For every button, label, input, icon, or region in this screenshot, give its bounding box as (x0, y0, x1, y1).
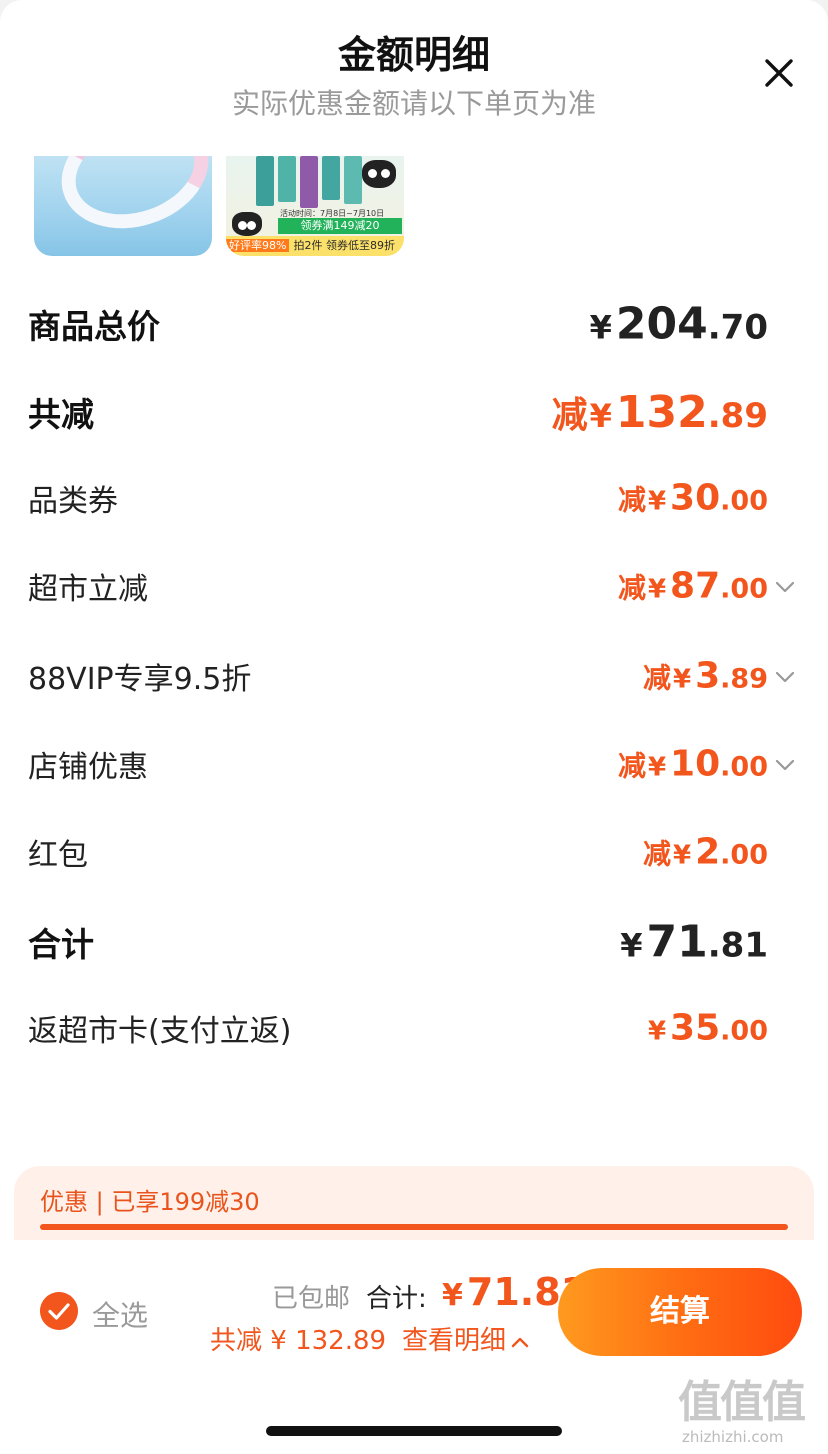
row-total-discount: 共减 减¥132.89 (28, 382, 768, 442)
yen-symbol: ¥ (647, 574, 667, 605)
amount-decimal: .00 (720, 485, 768, 517)
shipping-status: 已包邮 (272, 1284, 351, 1314)
watermark-site: zhizhizhi.com (682, 1428, 784, 1446)
amount-prefix: 减 (642, 837, 671, 871)
row-label: 店铺优惠 (28, 750, 148, 785)
row-label: 品类券 (28, 484, 118, 519)
amount-decimal: .00 (720, 751, 768, 783)
product-tube (278, 156, 296, 202)
row-subtotal: 商品总价 ¥204.70 (28, 294, 768, 354)
promo-progress-bar (40, 1224, 788, 1230)
amount-decimal: .89 (707, 396, 768, 436)
product-thumbnail-1[interactable] (34, 156, 212, 256)
product-tube (344, 156, 362, 204)
amount-decimal: .70 (707, 307, 768, 348)
row-supermarket-discount[interactable]: 超市立减 减¥ 87.00 (28, 556, 768, 616)
total-label: 合计: (366, 1284, 427, 1314)
rating-badge: 好评率98% (226, 239, 290, 252)
row-category-coupon: 品类券 减¥ 30.00 (28, 468, 768, 528)
product-tube (300, 156, 318, 208)
product-thumbnail-2[interactable]: 活动时间：7月8日~7月10日 领券满149减20 好评率98% 拍2件 领券低至… (226, 156, 404, 256)
amount-decimal: .89 (720, 663, 768, 695)
total-savings: 共减 ¥ 132.89 (210, 1326, 387, 1356)
row-amount: 减¥ 2.00 (643, 832, 768, 873)
product-tube (256, 156, 274, 206)
home-indicator (266, 1426, 562, 1436)
yen-symbol: ¥ (647, 1016, 667, 1047)
row-amount: 减¥ 3.89 (643, 656, 768, 697)
amount-decimal: .00 (720, 573, 768, 605)
row-label: 共减 (28, 395, 94, 434)
chevron-up-icon (511, 1337, 529, 1347)
row-red-packet: 红包 减¥ 2.00 (28, 822, 768, 882)
row-amount: 减¥ 30.00 (618, 478, 768, 519)
product-tube (322, 156, 340, 200)
promo-strip-text: 拍2件 领券低至89折 (293, 239, 395, 252)
chevron-down-icon[interactable] (774, 580, 796, 594)
row-amount: 减¥ 10.00 (618, 744, 768, 785)
sheet-title: 金额明细 (337, 33, 490, 77)
row-88vip-discount[interactable]: 88VIP专享9.5折 减¥ 3.89 (28, 646, 768, 706)
amount-integer: 10 (670, 743, 721, 785)
yen-symbol: ¥ (589, 397, 612, 435)
amount-prefix: 减 (551, 395, 588, 436)
yen-symbol: ¥ (442, 1278, 463, 1313)
yen-symbol: ¥ (620, 926, 643, 965)
amount-integer: 87 (670, 565, 721, 607)
amount-decimal: .00 (720, 839, 768, 871)
select-all-checkbox[interactable] (40, 1292, 78, 1330)
view-details-label: 查看明细 (402, 1326, 507, 1356)
row-label: 超市立减 (28, 572, 148, 607)
amount-prefix: 减 (642, 661, 671, 695)
amount-integer: 204 (615, 298, 708, 350)
amount-integer: 132 (615, 387, 708, 438)
yen-symbol: ¥ (589, 308, 612, 347)
amount-integer: 71 (646, 916, 708, 968)
checkout-button[interactable]: 结算 (558, 1268, 802, 1356)
amount-integer: 30 (670, 477, 721, 519)
tmall-cat-icon (362, 160, 396, 188)
yen-symbol: ¥ (673, 840, 692, 871)
row-label: 商品总价 (28, 307, 160, 346)
yen-symbol: ¥ (673, 664, 692, 695)
chevron-down-icon[interactable] (774, 670, 796, 684)
amount-integer: 2 (695, 831, 721, 873)
chevron-down-icon[interactable] (774, 758, 796, 772)
row-amount: ¥204.70 (588, 299, 768, 350)
row-label: 88VIP专享9.5折 (28, 662, 252, 697)
row-store-discount[interactable]: 店铺优惠 减¥ 10.00 (28, 734, 768, 794)
amount-integer: 35 (670, 1007, 721, 1049)
watermark-glyphs: 值值值 (678, 1377, 806, 1428)
sheet-subtitle: 实际优惠金额请以下单页为准 (231, 87, 596, 120)
promo-strip: 好评率98% 拍2件 领券低至89折 (226, 236, 404, 256)
product-image-shape (46, 156, 212, 247)
row-label: 合计 (28, 925, 94, 964)
amount-decimal: .81 (707, 925, 768, 966)
close-icon[interactable] (758, 52, 800, 94)
yen-symbol: ¥ (647, 752, 667, 783)
amount-detail-sheet: 金额明细 实际优惠金额请以下单页为准 活动时间：7月8日~7月10日 领券满14… (0, 0, 828, 1454)
row-amount: 减¥ 87.00 (618, 566, 768, 607)
watermark: 值值值 zhizhizhi.com (678, 1378, 818, 1450)
row-label: 红包 (28, 838, 88, 873)
row-grand-total: 合计 ¥71.81 (28, 912, 768, 972)
amount-prefix: 减 (617, 571, 646, 605)
amount-integer: 3 (695, 655, 721, 697)
row-amount: 减¥132.89 (552, 386, 768, 438)
amount-prefix: 减 (617, 483, 646, 517)
row-amount: ¥71.81 (618, 917, 768, 968)
amount-prefix: 减 (617, 749, 646, 783)
tmall-cat-icon (232, 212, 262, 236)
row-label: 返超市卡(支付立返) (28, 1014, 292, 1049)
view-details-link[interactable]: 查看明细 (402, 1320, 530, 1357)
promo-text: 优惠 | 已享199减30 (40, 1188, 260, 1216)
amount-decimal: .00 (720, 1015, 768, 1047)
yen-symbol: ¥ (647, 486, 667, 517)
select-all-label[interactable]: 全选 (92, 1294, 148, 1334)
coupon-band: 领券满149减20 (278, 218, 402, 234)
row-supermarket-card-cashback: 返超市卡(支付立返) ¥35.00 (28, 998, 768, 1058)
row-amount: ¥35.00 (646, 1008, 768, 1049)
checkout-bar: 全选 已包邮 合计: ¥71.81 共减 ¥ 132.89 查看明细 结算 值值… (0, 1240, 828, 1454)
